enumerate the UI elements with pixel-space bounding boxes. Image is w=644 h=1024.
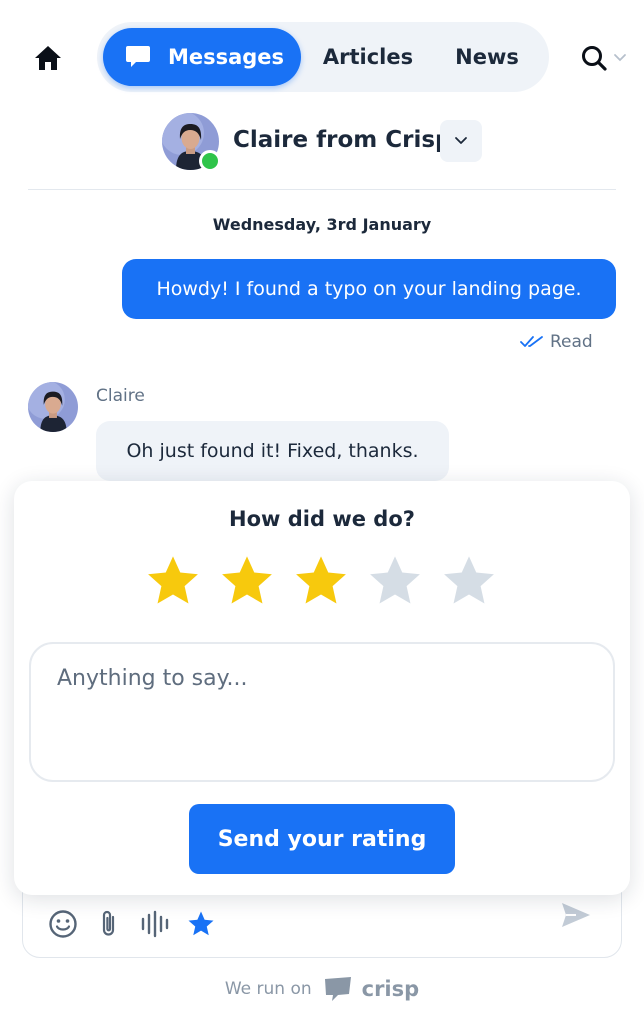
star-1[interactable] [144, 552, 202, 610]
send-button[interactable] [558, 898, 594, 932]
chevron-down-icon [455, 137, 467, 144]
tab-news[interactable]: News [435, 28, 539, 86]
paperclip-icon [102, 910, 115, 936]
star-3[interactable] [292, 552, 350, 610]
star-icon [370, 556, 420, 604]
read-receipt: Read [520, 332, 593, 352]
crisp-logo-icon [322, 976, 354, 1002]
star-2[interactable] [218, 552, 276, 610]
sender-avatar [28, 382, 78, 432]
emoji-button[interactable] [48, 908, 78, 940]
footer-text: We run on [224, 979, 312, 999]
star-icon [148, 556, 198, 604]
header-divider [28, 189, 616, 190]
operator-name: Claire from Crisp [233, 127, 452, 153]
tab-articles[interactable]: Articles [301, 28, 435, 86]
audio-wave-icon [141, 910, 169, 938]
star-icon [444, 556, 494, 604]
tab-articles-label: Articles [322, 45, 414, 69]
online-status-indicator [199, 150, 221, 172]
date-separator: Wednesday, 3rd January [212, 215, 432, 234]
chatbox-window: Messages Articles News Claire from Crisp [0, 0, 644, 1024]
rating-button[interactable] [186, 908, 216, 940]
rating-comment-field[interactable] [29, 642, 615, 782]
tab-messages-label: Messages [167, 45, 285, 69]
sender-name: Claire [96, 386, 145, 406]
search-icon [582, 46, 607, 71]
star-4[interactable] [366, 552, 424, 610]
composer-toolbar [48, 908, 232, 940]
attach-file-button[interactable] [94, 908, 124, 940]
read-status-label: Read [550, 332, 593, 352]
tab-news-label: News [455, 45, 519, 69]
emoji-icon [49, 910, 77, 938]
double-check-icon [520, 335, 544, 349]
visitor-message-bubble: Howdy! I found a typo on your landing pa… [122, 259, 616, 319]
send-icon [562, 903, 590, 927]
tab-bar: Messages Articles News [97, 22, 549, 92]
star-rating [144, 552, 498, 610]
home-icon [35, 46, 61, 70]
send-rating-button[interactable]: Send your rating [189, 804, 455, 874]
search-button[interactable] [580, 40, 632, 76]
rating-title: How did we do? [229, 507, 415, 531]
message-text: Howdy! I found a typo on your landing pa… [156, 278, 582, 300]
tab-messages[interactable]: Messages [103, 28, 301, 86]
audio-record-button[interactable] [140, 908, 170, 940]
powered-by-footer[interactable]: We run on crisp [0, 976, 644, 1002]
operator-menu-button[interactable] [440, 120, 482, 162]
footer-brand: crisp [361, 977, 420, 1001]
message-text: Oh just found it! Fixed, thanks. [126, 440, 419, 462]
star-icon [296, 556, 346, 604]
chat-bubble-icon [124, 43, 152, 71]
operator-message-bubble: Oh just found it! Fixed, thanks. [96, 421, 449, 481]
star-icon [188, 911, 214, 936]
star-icon [222, 556, 272, 604]
home-button[interactable] [32, 42, 64, 74]
star-5[interactable] [440, 552, 498, 610]
chevron-down-icon [614, 54, 626, 62]
